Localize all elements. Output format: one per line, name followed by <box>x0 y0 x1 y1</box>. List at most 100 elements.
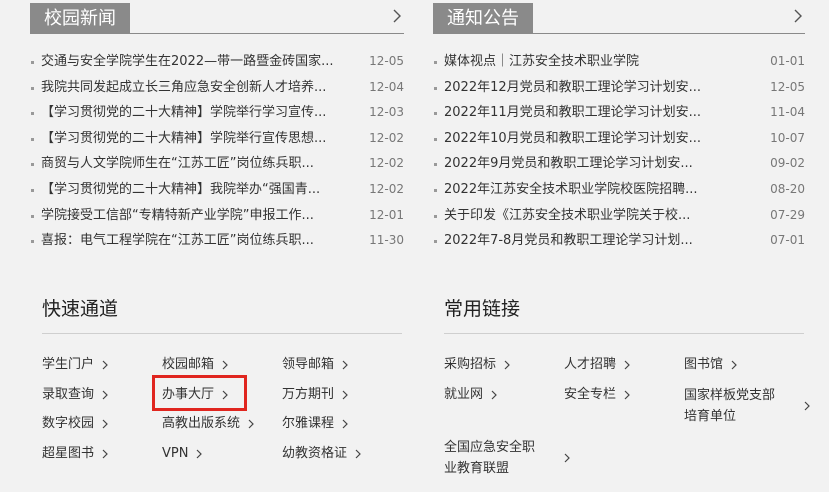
chevron-right-icon <box>393 9 401 23</box>
bullet-icon <box>31 163 34 167</box>
quick-link[interactable]: 录取查询 <box>42 385 108 405</box>
bullet-icon <box>434 188 437 192</box>
chevron-right-icon <box>624 390 630 399</box>
campus-news-item[interactable]: 学院接受工信部“专精特新产业学院”申报工作... 12-01 <box>30 203 404 229</box>
link-party-branch[interactable]: 国家样板党支部 培育单位 <box>684 385 810 427</box>
notice-item[interactable]: 2022年江苏安全技术职业学院校医院招聘... 08-20 <box>433 177 805 203</box>
quick-link[interactable]: VPN <box>162 444 203 464</box>
campus-news-item[interactable]: 我院共同发起成立长三角应急安全创新人才培养... 12-04 <box>30 75 404 101</box>
chevron-right-icon <box>624 360 630 369</box>
notice-item-title[interactable]: 2022年江苏安全技术职业学院校医院招聘... <box>444 177 697 203</box>
link-library[interactable]: 图书馆 <box>684 355 737 375</box>
campus-news-list: 交通与安全学院学生在2022—带一路暨金砖国家... 12-05 我院共同发起成立长… <box>30 49 404 254</box>
campus-news-item[interactable]: 【学习贯彻党的二十大精神】学院举行宣传思想... 12-02 <box>30 126 404 152</box>
quick-link-label: 领导邮箱 <box>282 357 335 372</box>
chevron-right-icon <box>222 360 228 369</box>
notice-item[interactable]: 2022年7-8月党员和教职工理论学习计划... 07-01 <box>433 228 805 254</box>
campus-news-item-title[interactable]: 商贸与人文学院师生在“江苏工匠”岗位练兵职... <box>41 151 314 177</box>
campus-news-item-title[interactable]: 【学习贯彻党的二十大精神】学院举行学习宣传... <box>41 100 326 126</box>
notice-item-title[interactable]: 2022年10月党员和教职工理论学习计划安... <box>444 126 701 152</box>
campus-news-item-title[interactable]: 喜报：电气工程学院在“江苏工匠”岗位练兵职... <box>41 228 314 254</box>
quick-link[interactable]: 尔雅课程 <box>282 414 348 434</box>
chevron-right-icon <box>491 390 497 399</box>
chevron-right-icon <box>342 419 348 428</box>
notices-header: 通知公告 <box>433 0 805 34</box>
notice-item-date: 10-07 <box>770 130 805 145</box>
quick-link-label: 校园邮箱 <box>162 357 215 372</box>
chevron-right-icon <box>804 401 810 411</box>
chevron-right-icon <box>102 390 108 399</box>
campus-news-item[interactable]: 【学习贯彻党的二十大精神】我院举办“强国青... 12-02 <box>30 177 404 203</box>
quick-link-label: 学生门户 <box>42 357 95 372</box>
campus-news-item-date: 12-01 <box>369 207 404 222</box>
chevron-right-icon <box>794 9 802 23</box>
notice-item-title[interactable]: 2022年7-8月党员和教职工理论学习计划... <box>444 228 693 254</box>
notice-item[interactable]: 2022年11月党员和教职工理论学习计划安... 11-04 <box>433 100 805 126</box>
notice-item[interactable]: 2022年9月党员和教职工理论学习计划安... 09-02 <box>433 151 805 177</box>
notice-item-date: 01-01 <box>770 54 805 68</box>
bullet-icon <box>434 112 437 116</box>
campus-news-item-title[interactable]: 【学习贯彻党的二十大精神】学院举行宣传思想... <box>41 126 326 152</box>
notices-section: 通知公告 媒体视点｜江苏安全技术职业学院 01-01 2022年12月党员和教职工理… <box>433 0 805 254</box>
quick-link[interactable]: 办事大厅 <box>162 385 228 405</box>
notice-item-title[interactable]: 2022年9月党员和教职工理论学习计划安... <box>444 151 693 177</box>
notices-more[interactable] <box>793 8 803 24</box>
quick-link[interactable]: 超星图书 <box>42 444 108 464</box>
campus-news-item[interactable]: 商贸与人文学院师生在“江苏工匠”岗位练兵职... 12-02 <box>30 151 404 177</box>
notice-item[interactable]: 关于印发《江苏安全技术职业学院关于校... 07-29 <box>433 203 805 229</box>
quick-link[interactable]: 领导邮箱 <box>282 355 348 375</box>
chevron-right-icon <box>731 360 737 369</box>
campus-news-item-date: 12-02 <box>369 181 404 196</box>
quick-link[interactable]: 学生门户 <box>42 355 108 375</box>
notice-item[interactable]: 2022年12月党员和教职工理论学习计划安... 12-05 <box>433 75 805 101</box>
notice-item-title[interactable]: 关于印发《江苏安全技术职业学院关于校... <box>444 203 690 229</box>
notice-item-date: 07-01 <box>770 233 805 248</box>
quick-link-label: 尔雅课程 <box>282 416 335 431</box>
chevron-right-icon <box>102 360 108 369</box>
campus-news-item[interactable]: 喜报：电气工程学院在“江苏工匠”岗位练兵职... 11-30 <box>30 228 404 254</box>
campus-news-item-date: 11-30 <box>369 233 404 248</box>
quick-link[interactable]: 高教出版系统 <box>162 414 254 434</box>
campus-news-item[interactable]: 【学习贯彻党的二十大精神】学院举行学习宣传... 12-03 <box>30 100 404 126</box>
notice-item[interactable]: 媒体视点｜江苏安全技术职业学院 01-01 <box>433 49 805 75</box>
link-safety[interactable]: 安全专栏 <box>564 385 630 405</box>
bullet-icon <box>31 240 34 244</box>
campus-news-item-date: 12-02 <box>369 130 404 145</box>
campus-news-item-title[interactable]: 学院接受工信部“专精特新产业学院”申报工作... <box>41 203 314 229</box>
notice-item-date: 09-02 <box>770 156 805 171</box>
bullet-icon <box>434 137 437 141</box>
notice-item-title[interactable]: 媒体视点｜江苏安全技术职业学院 <box>444 49 639 75</box>
link-employment[interactable]: 就业网 <box>444 385 497 405</box>
quick-link[interactable]: 校园邮箱 <box>162 355 228 375</box>
link-purchase[interactable]: 采购招标 <box>444 355 510 375</box>
link-emergency-alliance[interactable]: 全国应急安全职 业教育联盟 <box>444 437 570 479</box>
notices-list: 媒体视点｜江苏安全技术职业学院 01-01 2022年12月党员和教职工理论学习计划… <box>433 49 805 254</box>
bullet-icon <box>31 188 34 192</box>
campus-news-item-title[interactable]: 我院共同发起成立长三角应急安全创新人才培养... <box>41 75 326 101</box>
chevron-right-icon <box>355 449 361 458</box>
quick-link[interactable]: 万方期刊 <box>282 385 348 405</box>
quick-link[interactable]: 幼教资格证 <box>282 444 361 464</box>
campus-news-section: 校园新闻 交通与安全学院学生在2022—带一路暨金砖国家... 12-05 我院共同… <box>30 0 404 254</box>
bullet-icon <box>31 112 34 116</box>
bullet-icon <box>434 163 437 167</box>
link-talent[interactable]: 人才招聘 <box>564 355 630 375</box>
chevron-right-icon <box>564 453 570 463</box>
campus-news-item-title[interactable]: 交通与安全学院学生在2022—带一路暨金砖国家... <box>41 49 333 75</box>
notice-item-title[interactable]: 2022年11月党员和教职工理论学习计划安... <box>444 100 701 126</box>
campus-news-more[interactable] <box>392 8 402 24</box>
notice-item-title[interactable]: 2022年12月党员和教职工理论学习计划安... <box>444 75 701 101</box>
bullet-icon <box>434 240 437 244</box>
notices-title: 通知公告 <box>433 3 533 34</box>
quick-link-label: VPN <box>162 446 189 461</box>
bullet-icon <box>434 214 437 218</box>
campus-news-item-title[interactable]: 【学习贯彻党的二十大精神】我院举办“强国青... <box>41 177 320 203</box>
campus-news-item[interactable]: 交通与安全学院学生在2022—带一路暨金砖国家... 12-05 <box>30 49 404 75</box>
quick-link-label: 办事大厅 <box>162 387 215 402</box>
notice-item-date: 07-29 <box>770 207 805 222</box>
chevron-right-icon <box>222 390 228 399</box>
chevron-right-icon <box>248 419 254 428</box>
bullet-icon <box>31 86 34 90</box>
notice-item[interactable]: 2022年10月党员和教职工理论学习计划安... 10-07 <box>433 126 805 152</box>
quick-link[interactable]: 数字校园 <box>42 414 108 434</box>
